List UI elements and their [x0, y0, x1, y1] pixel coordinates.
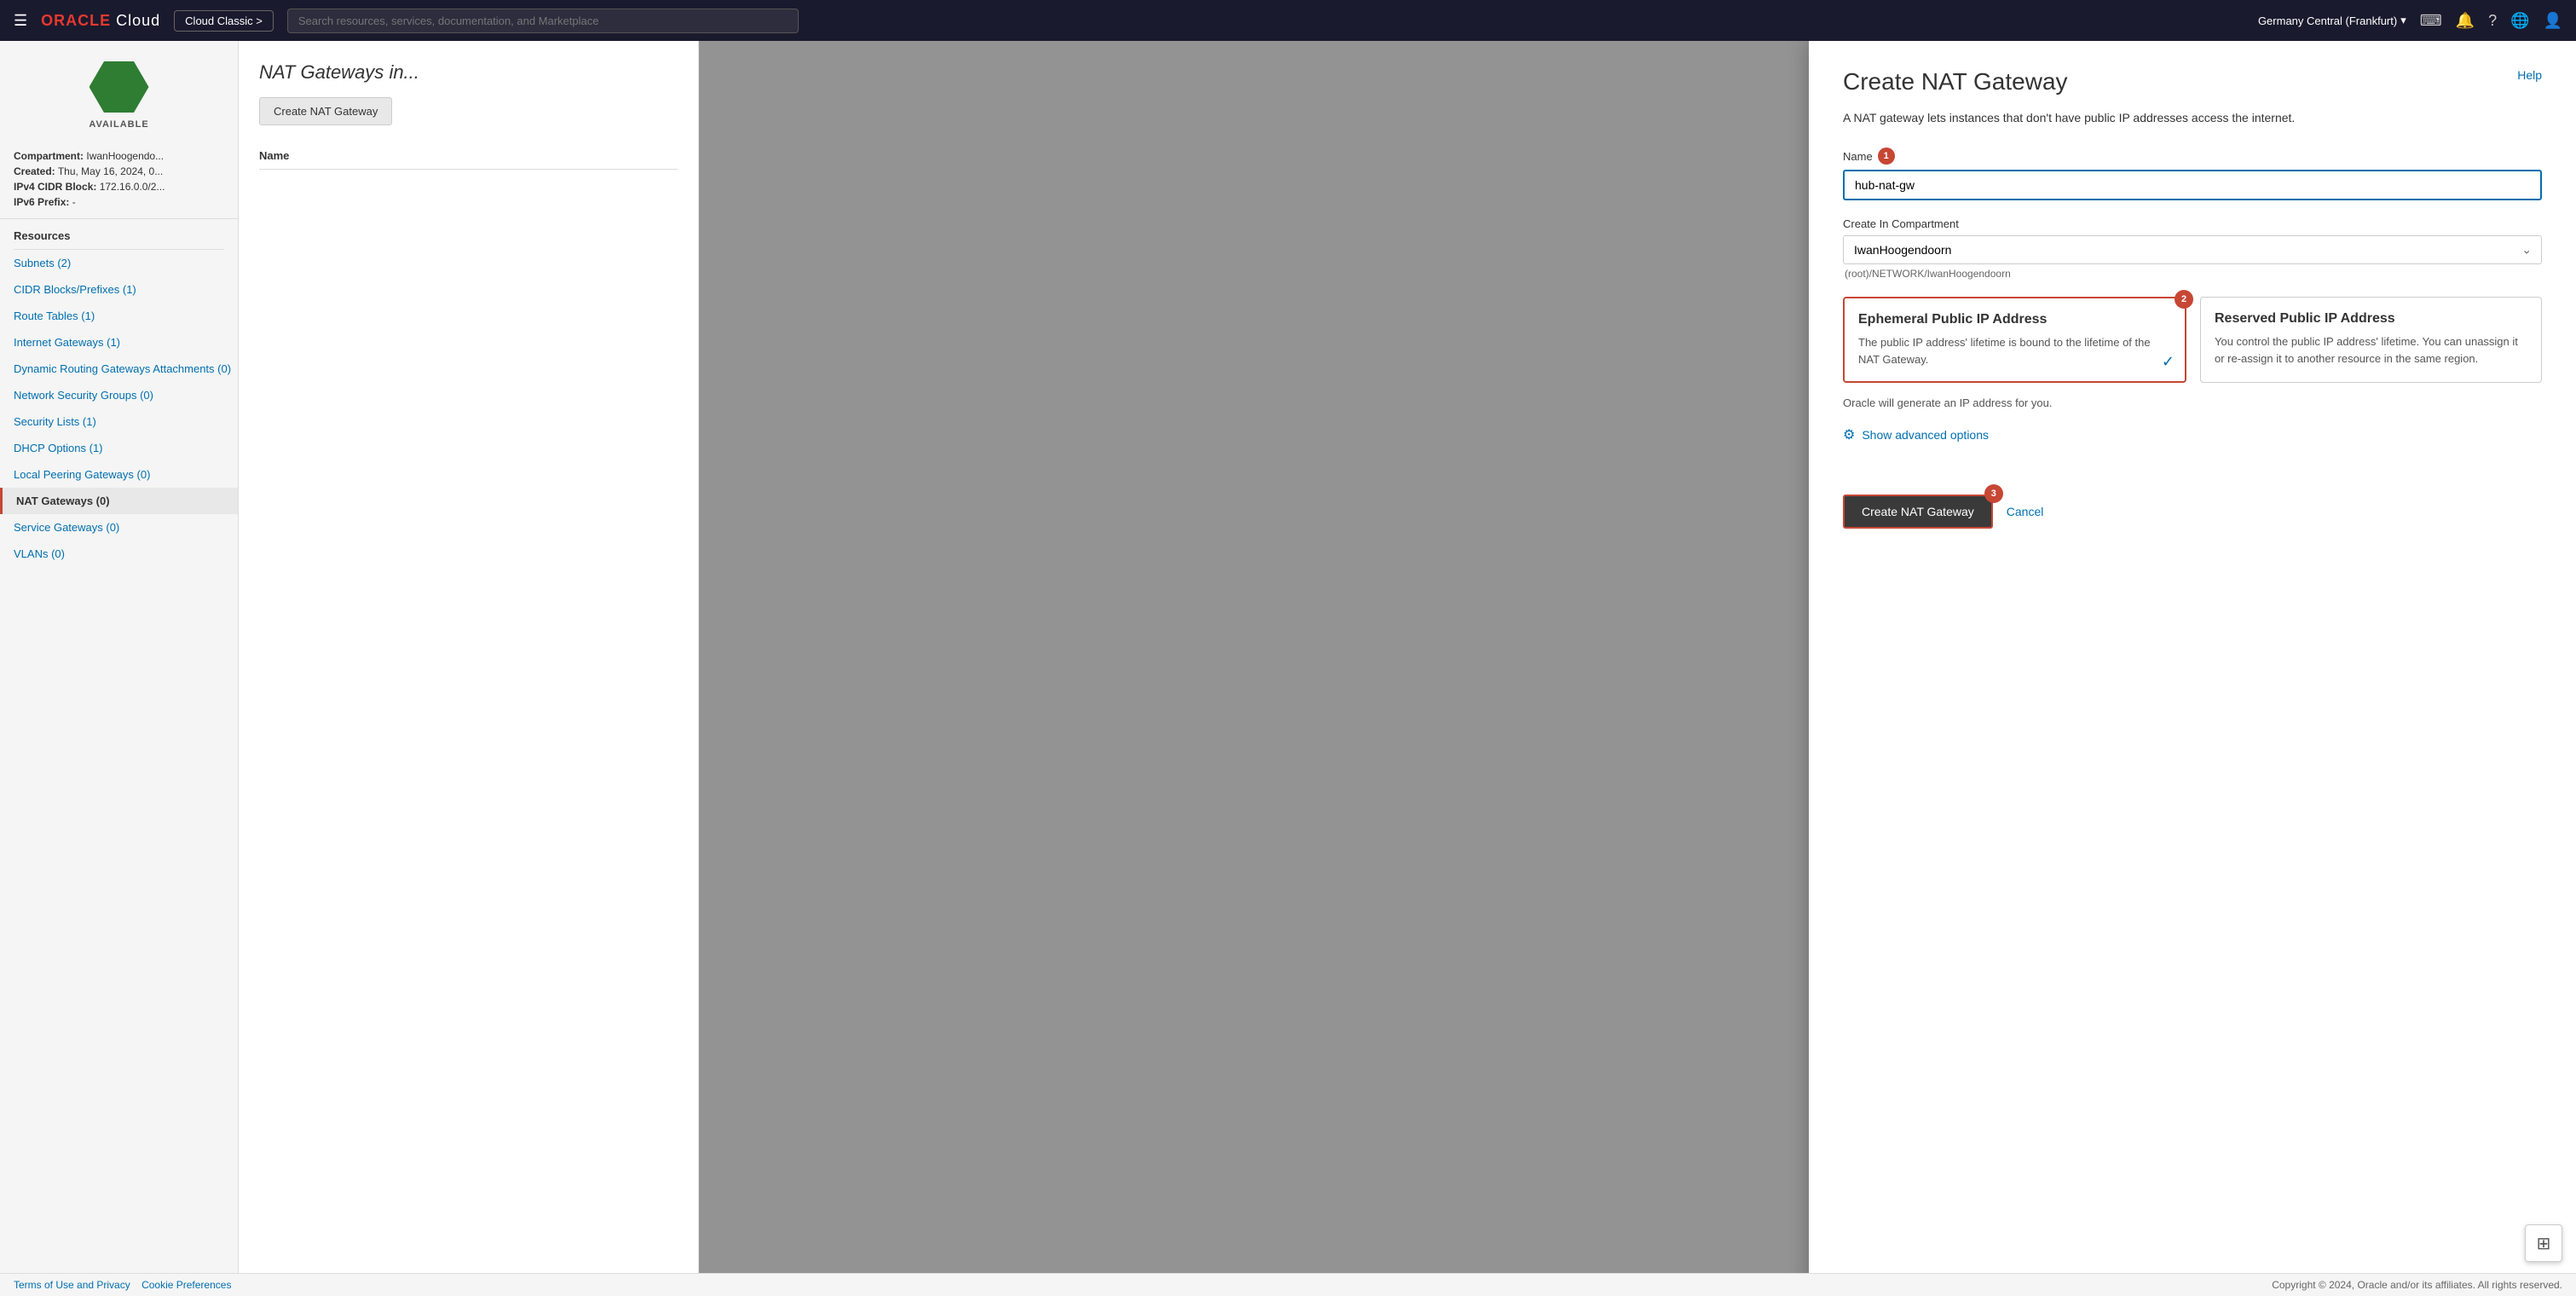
sidebar-item-cidr[interactable]: CIDR Blocks/Prefixes (1) — [0, 276, 238, 303]
nat-gateways-panel: NAT Gateways in... Create NAT Gateway Na… — [239, 41, 699, 1296]
name-form-group: Name 1 — [1843, 148, 2542, 200]
ip-section-badge: 2 — [2175, 290, 2193, 309]
create-badge: 3 — [1984, 484, 2003, 503]
help-widget[interactable]: ⊞ — [2525, 1224, 2562, 1262]
compartment-select-wrapper: IwanHoogendoorn — [1843, 235, 2542, 264]
vcn-compartment: Compartment: IwanHoogendo... — [14, 150, 224, 162]
sidebar-item-network-security[interactable]: Network Security Groups (0) — [0, 382, 238, 408]
footer-copyright: Copyright © 2024, Oracle and/or its affi… — [2272, 1279, 2562, 1291]
create-nat-gateway-button[interactable]: Create NAT Gateway — [259, 97, 392, 125]
compartment-label: Create In Compartment — [1843, 217, 2542, 230]
name-label: Name 1 — [1843, 148, 2542, 165]
ephemeral-desc: The public IP address' lifetime is bound… — [1858, 334, 2171, 367]
dialog-description: A NAT gateway lets instances that don't … — [1843, 109, 2542, 127]
ephemeral-title: Ephemeral Public IP Address — [1858, 312, 2171, 327]
vcn-hexagon-icon — [90, 61, 149, 113]
region-selector[interactable]: Germany Central (Frankfurt) ▾ — [2258, 14, 2406, 27]
cancel-button[interactable]: Cancel — [2007, 505, 2044, 518]
dialog-header: Create NAT Gateway Help — [1843, 68, 2542, 95]
create-nat-dialog: Create NAT Gateway Help A NAT gateway le… — [1809, 41, 2576, 1296]
nat-panel-title: NAT Gateways in... — [259, 61, 678, 84]
sidebar-item-service-gateways[interactable]: Service Gateways (0) — [0, 514, 238, 541]
sidebar-item-nat-gateways[interactable]: NAT Gateways (0) — [0, 488, 238, 514]
ip-options-container: 2 Ephemeral Public IP Address The public… — [1843, 297, 2542, 383]
help-widget-icon: ⊞ — [2537, 1233, 2551, 1254]
oracle-generate-text: Oracle will generate an IP address for y… — [1843, 396, 2542, 409]
search-input[interactable] — [287, 9, 799, 33]
vcn-ipv6: IPv6 Prefix: - — [14, 196, 224, 208]
sidebar-item-dhcp-options[interactable]: DHCP Options (1) — [0, 435, 238, 461]
compartment-hint: (root)/NETWORK/IwanHoogendoorn — [1843, 268, 2542, 280]
cookie-preferences-link[interactable]: Cookie Preferences — [142, 1279, 231, 1291]
ephemeral-check-icon: ✓ — [2162, 353, 2175, 371]
reserved-desc: You control the public IP address' lifet… — [2215, 333, 2527, 367]
sidebar-item-security-lists[interactable]: Security Lists (1) — [0, 408, 238, 435]
create-nat-gateway-submit-button[interactable]: Create NAT Gateway — [1843, 495, 1993, 529]
footer-left: Terms of Use and Privacy Cookie Preferen… — [14, 1279, 231, 1291]
vcn-status-label: AVAILABLE — [14, 119, 224, 130]
nat-table-header: Name — [259, 142, 678, 170]
globe-icon[interactable]: 🌐 — [2510, 12, 2529, 30]
notification-icon[interactable]: 🔔 — [2456, 12, 2475, 30]
sidebar: AVAILABLE Compartment: IwanHoogendo... C… — [0, 41, 239, 1296]
resources-heading: Resources — [0, 219, 238, 249]
top-navigation: ☰ ORACLE Cloud Cloud Classic > Germany C… — [0, 0, 2576, 41]
create-button-wrapper: Create NAT Gateway 3 — [1843, 495, 1993, 529]
sidebar-item-route-tables[interactable]: Route Tables (1) — [0, 303, 238, 329]
content-area: NAT Gateways in... Create NAT Gateway Na… — [239, 41, 2576, 1296]
dialog-overlay[interactable]: Create NAT Gateway Help A NAT gateway le… — [699, 41, 2576, 1296]
sidebar-item-internet-gateways[interactable]: Internet Gateways (1) — [0, 329, 238, 356]
nav-right-actions: Germany Central (Frankfurt) ▾ ⌨ 🔔 ? 🌐 👤 — [2258, 12, 2562, 30]
name-badge: 1 — [1878, 148, 1895, 165]
oracle-logo: ORACLE Cloud — [41, 12, 160, 30]
code-icon[interactable]: ⌨ — [2420, 12, 2442, 30]
main-container: AVAILABLE Compartment: IwanHoogendo... C… — [0, 41, 2576, 1296]
oracle-text: ORACLE — [41, 12, 111, 30]
compartment-select[interactable]: IwanHoogendoorn — [1843, 235, 2542, 264]
advanced-options-icon: ⚙ — [1843, 426, 1855, 443]
gateway-name-input[interactable] — [1843, 170, 2542, 200]
cloud-classic-button[interactable]: Cloud Classic > — [174, 10, 274, 32]
bottom-bar: Terms of Use and Privacy Cookie Preferen… — [0, 1273, 2576, 1296]
cloud-text: Cloud — [116, 12, 160, 30]
ip-type-form-group: 2 Ephemeral Public IP Address The public… — [1843, 297, 2542, 409]
hamburger-menu[interactable]: ☰ — [14, 12, 27, 30]
sidebar-item-dynamic-routing[interactable]: Dynamic Routing Gateways Attachments (0) — [0, 356, 238, 382]
sidebar-item-local-peering[interactable]: Local Peering Gateways (0) — [0, 461, 238, 488]
reserved-ip-option[interactable]: Reserved Public IP Address You control t… — [2200, 297, 2542, 383]
sidebar-item-subnets[interactable]: Subnets (2) — [0, 250, 238, 276]
ephemeral-ip-option[interactable]: 2 Ephemeral Public IP Address The public… — [1843, 297, 2186, 383]
user-avatar[interactable]: 👤 — [2544, 12, 2562, 30]
compartment-form-group: Create In Compartment IwanHoogendoorn (r… — [1843, 217, 2542, 280]
dialog-title: Create NAT Gateway — [1843, 68, 2068, 95]
help-link[interactable]: Help — [2517, 68, 2542, 82]
terms-link[interactable]: Terms of Use and Privacy — [14, 1279, 130, 1291]
dialog-footer: Create NAT Gateway 3 Cancel — [1843, 477, 2542, 529]
show-advanced-options[interactable]: ⚙ Show advanced options — [1843, 426, 2542, 443]
sidebar-item-vlans[interactable]: VLANs (0) — [0, 541, 238, 567]
vcn-details: Compartment: IwanHoogendo... Created: Th… — [0, 143, 238, 219]
vcn-created: Created: Thu, May 16, 2024, 0... — [14, 165, 224, 177]
nat-table-empty — [259, 170, 678, 197]
vcn-status-section: AVAILABLE — [0, 55, 238, 143]
help-icon[interactable]: ? — [2488, 12, 2497, 30]
reserved-title: Reserved Public IP Address — [2215, 311, 2527, 327]
vcn-ipv4: IPv4 CIDR Block: 172.16.0.0/2... — [14, 181, 224, 193]
